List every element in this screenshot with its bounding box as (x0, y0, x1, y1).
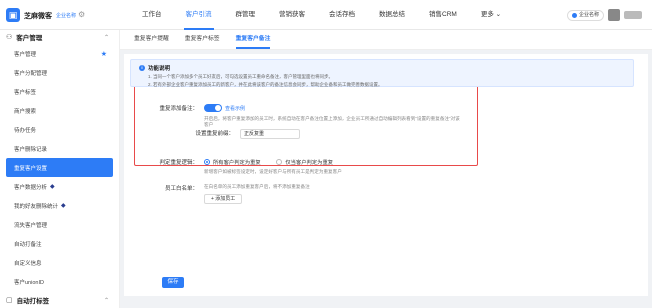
prefix-label: 设置重复前缀： (195, 131, 234, 137)
top-bar: ▣ 芝麻微客 企业名称 ⚙ 工作台 客户引流 群管理 营销获客 会话存档 数据总… (0, 0, 652, 30)
sidebar-item-label: 商户搜索 (14, 108, 37, 115)
sidebar-item-label: 自定义信息 (14, 260, 42, 267)
gear-icon[interactable]: ⚙ (78, 10, 85, 19)
app-logo: ▣ (6, 8, 20, 22)
logic-options: 所有客户判定为重复 仅当客户判定为重复 新增客户如被标签设定时，设定好客户与所有… (204, 158, 347, 175)
staff-help: 在白名单的员工添加重复客户后，将不添加重复备注 (204, 184, 310, 189)
sidebar-item-label: 客户管理 (14, 51, 37, 58)
premium-gem-icon: ◆ (61, 203, 66, 209)
dup-note-control: 查看示例 (204, 104, 245, 112)
sidebar-item-label: 我的好友删除统计 (14, 203, 59, 210)
prefix-input[interactable]: 正反复重 (240, 129, 300, 139)
sidebar-section-customer-management[interactable]: ⚇ 客户管理 ⌃ (0, 30, 119, 44)
sidebar-item-auto-remark[interactable]: 自动打备注 (0, 234, 119, 253)
dup-note-help-row: 开启后，将客户重复添加的员工时，系统自动在客户备注位置上添加，企业员工所通过自动… (204, 116, 464, 128)
nav-chat-archive[interactable]: 会话存档 (317, 0, 367, 30)
feature-notice: i 功能说明 1. 当同一个客户添加多个员工好友后，可勾选设置员工重命名备注，客户… (130, 59, 634, 87)
org-badge[interactable]: 企业名称 (566, 9, 604, 21)
sidebar-item-label: 待办任务 (14, 127, 37, 134)
nav-sales-crm[interactable]: 销售CRM (417, 0, 469, 30)
sidebar-section-label: 客户管理 (16, 35, 43, 42)
dup-note-label: 重复添加备注： (159, 106, 198, 112)
star-icon[interactable]: ★ (101, 50, 107, 58)
premium-gem-icon: ◆ (50, 184, 55, 190)
notice-title: i 功能说明 (139, 64, 625, 72)
nav-marketing[interactable]: 营销获客 (267, 0, 317, 30)
settings-panel: i 功能说明 1. 当同一个客户添加多个员工好友后，可勾选设置员工重命名备注，客户… (124, 54, 648, 284)
tab-bar: 重复客户提醒 重复客户标签 重复客户备注 (120, 30, 652, 50)
brand-name: 芝麻微客 (24, 13, 52, 20)
sidebar-section-label: 自动打标签 (16, 298, 50, 305)
notice-title-text: 功能说明 (148, 66, 171, 72)
logic-label: 判定重复逻辑： (159, 160, 198, 166)
footer-bar: 保存 (124, 270, 648, 296)
sidebar-item-merchant-search[interactable]: 商户搜索 (0, 101, 119, 120)
sidebar-item-label: 流失客户管理 (14, 222, 48, 229)
main-content: 重复客户提醒 重复客户标签 重复客户备注 i 功能说明 1. 当同一个客户添加多个… (120, 30, 652, 308)
view-example-link[interactable]: 查看示例 (225, 105, 245, 112)
sidebar-item-label: 自动打备注 (14, 241, 42, 248)
top-nav: 工作台 客户引流 群管理 营销获客 会话存档 数据总结 销售CRM 更多 ⌄ (130, 0, 513, 30)
notice-line-2: 2. 若有外部企业客户重复添加员工的新客户，并在此将该客户的备注信息会同步，帮助… (148, 82, 383, 87)
sidebar-item-label: 客户数据分析 (14, 184, 48, 191)
sidebar-item-customer-management[interactable]: 客户管理 ★ (0, 44, 119, 63)
nav-more[interactable]: 更多 ⌄ (469, 0, 513, 30)
sidebar-item-label: 客户标签 (14, 89, 37, 96)
nav-data-summary[interactable]: 数据总结 (367, 0, 417, 30)
sidebar-item-customer-tags[interactable]: 客户标签 (0, 82, 119, 101)
tab-duplicate-tags[interactable]: 重复客户标签 (177, 30, 228, 49)
org-name[interactable]: 企业名称 (56, 12, 76, 19)
sidebar-item-lost-customers[interactable]: 流失客户管理 (0, 215, 119, 234)
dup-note-help: 开启后，将客户重复添加的员工时，系统自动在客户备注位置上添加，企业员工所通过自动… (204, 116, 460, 127)
sidebar-item-custom-info[interactable]: 自定义信息 (0, 253, 119, 272)
logic-row: 判定重复逻辑： 所有客户判定为重复 仅当客户判定为重复 新增客户如被标签设定时，… (124, 158, 347, 175)
staff-control: 在白名单的员工添加重复客户后，将不添加重复备注 + 添加员工 (204, 184, 310, 204)
org-dot-icon (571, 12, 577, 18)
tab-duplicate-remark[interactable]: 重复客户备注 (228, 30, 279, 49)
sidebar-section-auto-tag[interactable]: ▢ 自动打标签 ⌃ (0, 293, 119, 307)
dup-note-toggle[interactable] (204, 104, 222, 112)
add-staff-button[interactable]: + 添加员工 (204, 194, 243, 204)
chevron-up-icon: ⌃ (103, 34, 109, 41)
sidebar-item-customer-allocation[interactable]: 客户分配管理 (0, 63, 119, 82)
sidebar-item-label: 客户删除记录 (14, 146, 48, 153)
nav-workbench[interactable]: 工作台 (130, 0, 174, 30)
radio-all-duplicate[interactable] (204, 159, 210, 165)
save-button[interactable]: 保存 (162, 277, 184, 288)
radio-only-duplicate[interactable] (276, 159, 283, 165)
radio-all-duplicate-label[interactable]: 所有客户判定为重复 (213, 160, 261, 166)
tab-duplicate-reminder[interactable]: 重复客户提醒 (126, 30, 177, 49)
info-icon: i (139, 65, 145, 71)
org-badge-label: 企业名称 (578, 11, 599, 18)
sidebar-item-label: 客户unionID (14, 279, 44, 286)
tag-icon: ▢ (6, 297, 13, 304)
notice-line-1: 1. 当同一个客户添加多个员工好友后，可勾选设置员工重命名备注，客户管理里面也将… (148, 74, 333, 79)
avatar[interactable] (608, 9, 620, 21)
sidebar-item-label: 客户分配管理 (14, 70, 48, 77)
dup-note-row: 重复添加备注： 查看示例 (124, 104, 245, 112)
sidebar: ⚇ 客户管理 ⌃ 客户管理 ★ 客户分配管理 客户标签 商户搜索 待办任务 客户删除记… (0, 30, 120, 308)
nav-customer-acquisition[interactable]: 客户引流 (174, 0, 224, 30)
radio-only-duplicate-label[interactable]: 仅当客户判定为重复 (285, 160, 333, 166)
customer-icon: ⚇ (6, 34, 13, 41)
staff-row: 员工白名单： 在白名单的员工添加重复客户后，将不添加重复备注 + 添加员工 (124, 184, 310, 204)
chevron-up-icon: ⌃ (103, 297, 109, 304)
sidebar-item-label: 重复客户设置 (14, 165, 48, 172)
prefix-row: 设置重复前缀： 正反复重 (184, 129, 300, 139)
staff-label: 员工白名单： (164, 186, 198, 192)
user-name-redacted (624, 11, 642, 19)
sidebar-item-data-analysis[interactable]: 客户数据分析 ◆ (0, 177, 119, 196)
user-area[interactable]: 企业名称 (566, 9, 642, 21)
sidebar-item-deletion-records[interactable]: 客户删除记录 (0, 139, 119, 158)
sidebar-item-friend-deletion-stats[interactable]: 我的好友删除统计 ◆ (0, 196, 119, 215)
sidebar-item-unionid[interactable]: 客户unionID (0, 272, 119, 291)
nav-group-management[interactable]: 群管理 (224, 0, 268, 30)
sidebar-item-duplicate-settings[interactable]: 重复客户设置 (6, 158, 113, 177)
logic-help: 新增客户如被标签设定时，设定好客户与所有员工是判定为重复客户 (204, 169, 342, 174)
sidebar-item-todo[interactable]: 待办任务 (0, 120, 119, 139)
